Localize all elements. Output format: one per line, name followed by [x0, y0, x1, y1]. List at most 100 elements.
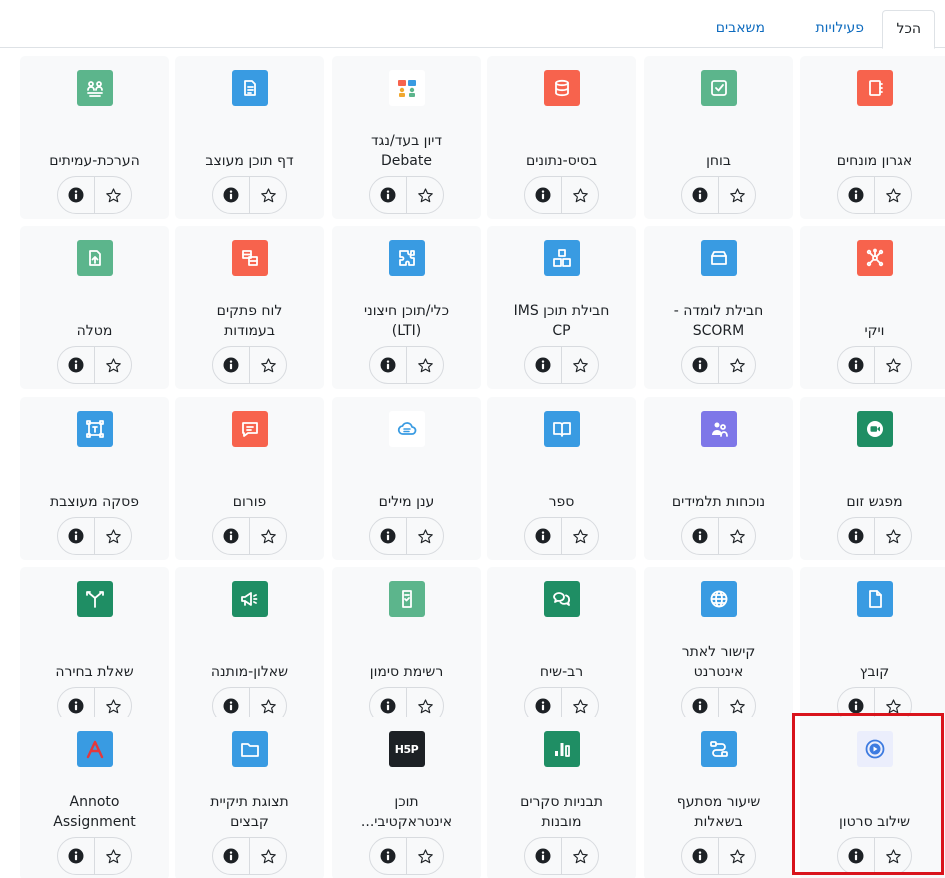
module-card[interactable]: פסקה מעוצבת — [20, 397, 169, 560]
info-button[interactable] — [524, 517, 562, 555]
module-card[interactable]: קובץ — [800, 567, 945, 730]
info-button[interactable] — [369, 517, 407, 555]
module-actions — [644, 517, 793, 555]
module-card[interactable]: קישור לאתר אינטרנט — [644, 567, 793, 730]
module-actions — [644, 837, 793, 875]
info-button[interactable] — [681, 837, 719, 875]
star-button[interactable] — [249, 346, 287, 384]
info-button[interactable] — [57, 346, 95, 384]
info-button[interactable] — [837, 346, 875, 384]
star-button[interactable] — [718, 176, 756, 214]
quiz-icon — [700, 70, 737, 106]
star-button[interactable] — [874, 346, 912, 384]
star-button[interactable] — [406, 176, 444, 214]
star-button[interactable] — [718, 346, 756, 384]
module-card[interactable]: בסיס-נתונים — [487, 56, 636, 219]
info-button[interactable] — [524, 176, 562, 214]
star-button[interactable] — [249, 837, 287, 875]
info-button[interactable] — [212, 176, 250, 214]
info-button[interactable] — [681, 517, 719, 555]
module-card[interactable]: דיון בעד/נגד Debate — [332, 56, 481, 219]
star-button[interactable] — [718, 517, 756, 555]
module-card[interactable]: רב-שיח — [487, 567, 636, 730]
info-button[interactable] — [57, 176, 95, 214]
module-card[interactable]: מפגש זום — [800, 397, 945, 560]
info-icon — [223, 698, 239, 714]
module-card[interactable]: נוכחות תלמידים — [644, 397, 793, 560]
module-card[interactable]: כלי/תוכן חיצוני (LTI) — [332, 226, 481, 389]
info-button[interactable] — [369, 346, 407, 384]
star-button[interactable] — [874, 176, 912, 214]
module-card[interactable]: חבילת לומדה - SCORM — [644, 226, 793, 389]
star-button[interactable] — [874, 517, 912, 555]
module-card[interactable]: שילוב סרטון — [800, 717, 945, 878]
star-button[interactable] — [249, 517, 287, 555]
module-card[interactable]: לוח פתקים בעמודות — [175, 226, 324, 389]
info-icon — [380, 187, 396, 203]
tab-resources[interactable]: משאבים — [703, 10, 778, 49]
info-button[interactable] — [212, 346, 250, 384]
info-button[interactable] — [369, 837, 407, 875]
info-button[interactable] — [837, 176, 875, 214]
info-button[interactable] — [57, 837, 95, 875]
star-icon — [572, 698, 589, 715]
module-card[interactable]: ספר — [487, 397, 636, 560]
star-button[interactable] — [561, 346, 599, 384]
star-button[interactable] — [249, 176, 287, 214]
module-name: קובץ — [859, 664, 890, 680]
module-card[interactable]: ענן מילים — [332, 397, 481, 560]
module-card[interactable]: שאלת בחירה — [20, 567, 169, 730]
tab-all[interactable]: הכל — [882, 10, 935, 49]
info-button[interactable] — [837, 837, 875, 875]
star-button[interactable] — [874, 837, 912, 875]
star-button[interactable] — [561, 176, 599, 214]
module-card[interactable]: דף תוכן מעוצב — [175, 56, 324, 219]
module-card[interactable]: הערכת-עמיתים — [20, 56, 169, 219]
module-card[interactable]: בוחן — [644, 56, 793, 219]
info-icon — [535, 528, 551, 544]
info-button[interactable] — [524, 346, 562, 384]
star-button[interactable] — [406, 517, 444, 555]
module-card[interactable]: Annoto Assignment — [20, 717, 169, 878]
info-button[interactable] — [212, 837, 250, 875]
star-button[interactable] — [561, 517, 599, 555]
star-button[interactable] — [94, 837, 132, 875]
module-name: תבניות סקרים מובנות — [520, 794, 603, 830]
star-button[interactable] — [406, 837, 444, 875]
info-button[interactable] — [837, 517, 875, 555]
info-button[interactable] — [369, 176, 407, 214]
module-card[interactable]: תבניות סקרים מובנות — [487, 717, 636, 878]
questionnaire-icon — [231, 581, 268, 617]
module-card[interactable]: ויקי — [800, 226, 945, 389]
info-icon — [848, 187, 864, 203]
info-button[interactable] — [57, 517, 95, 555]
star-button[interactable] — [94, 517, 132, 555]
module-actions — [332, 837, 481, 875]
module-name: שיעור מסתעף בשאלות — [676, 794, 761, 830]
module-card[interactable]: שאלון-מותנה — [175, 567, 324, 730]
module-actions — [800, 176, 945, 214]
star-button[interactable] — [561, 837, 599, 875]
module-card[interactable]: מטלה — [20, 226, 169, 389]
star-button[interactable] — [406, 346, 444, 384]
star-icon — [260, 848, 277, 865]
star-button[interactable] — [718, 837, 756, 875]
info-icon — [692, 528, 708, 544]
star-button[interactable] — [94, 176, 132, 214]
tab-activities[interactable]: פעילויות — [802, 10, 877, 49]
module-card[interactable]: שיעור מסתעף בשאלות — [644, 717, 793, 878]
info-button[interactable] — [681, 176, 719, 214]
module-card[interactable]: תצוגת תיקיית קבצים — [175, 717, 324, 878]
module-card[interactable]: רשימת סימון — [332, 567, 481, 730]
module-card[interactable]: חבילת תוכן IMS CP — [487, 226, 636, 389]
star-button[interactable] — [94, 346, 132, 384]
info-button[interactable] — [524, 837, 562, 875]
choice-icon — [76, 581, 113, 617]
star-icon — [105, 187, 122, 204]
module-name: תצוגת תיקיית קבצים — [210, 794, 289, 830]
module-card[interactable]: פורום — [175, 397, 324, 560]
info-button[interactable] — [212, 517, 250, 555]
module-card[interactable]: אגרון מונחים — [800, 56, 945, 219]
info-button[interactable] — [681, 346, 719, 384]
module-card[interactable]: H5P תוכן אינטראקטיבי... — [332, 717, 481, 878]
